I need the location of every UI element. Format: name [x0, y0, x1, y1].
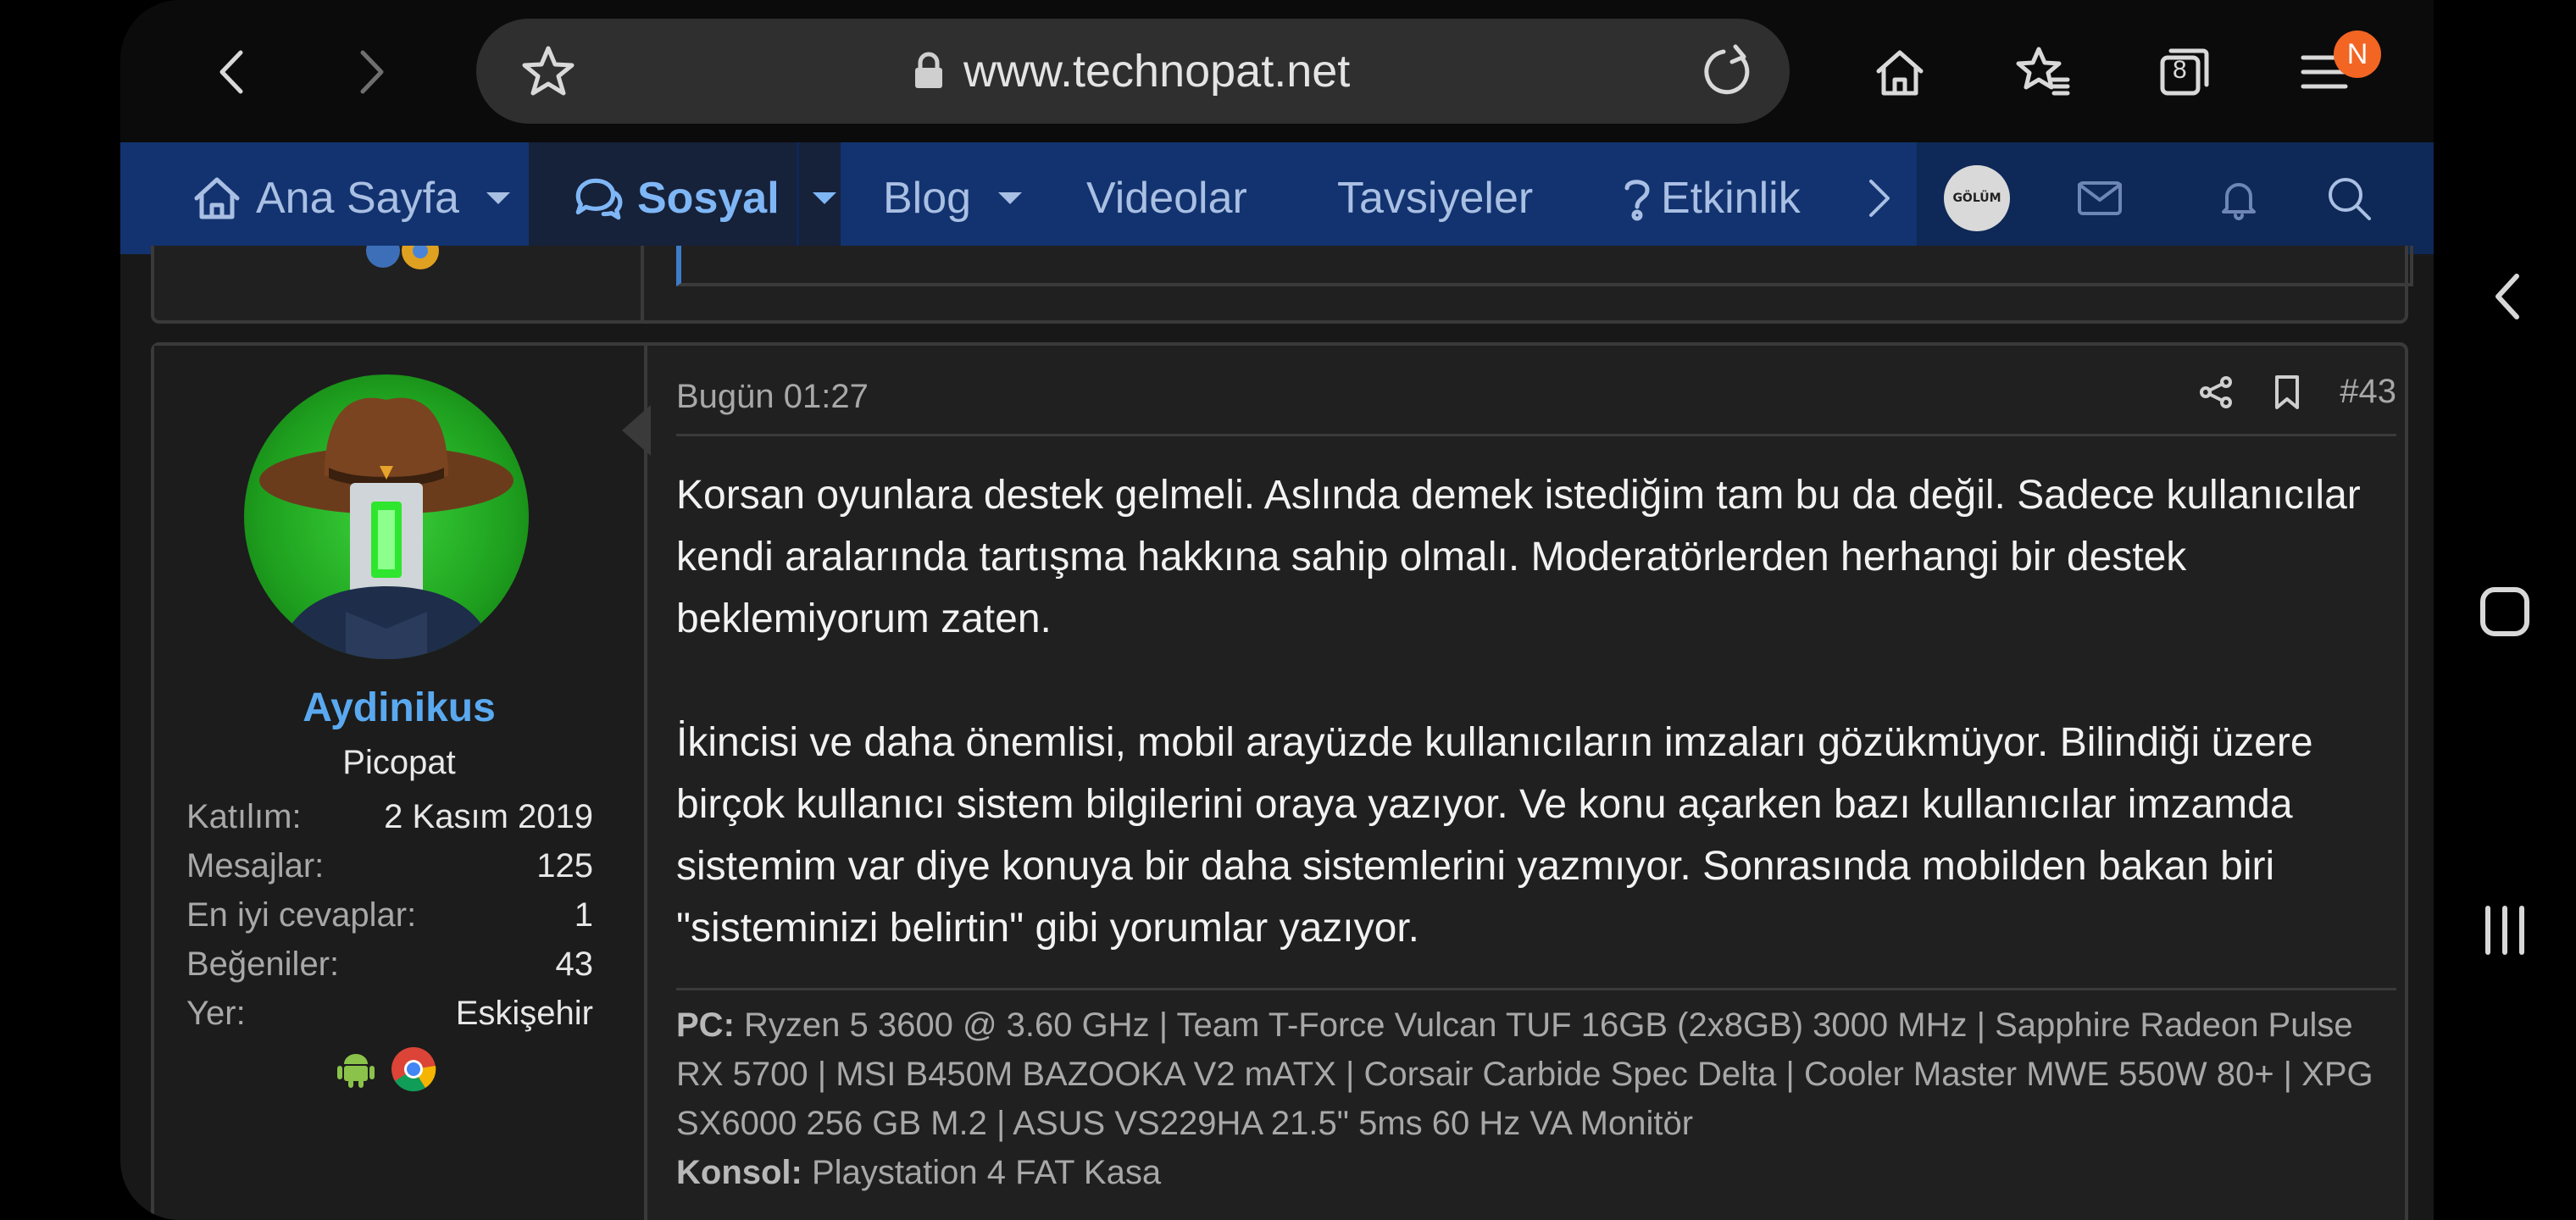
nav-blog-label: Blog [883, 174, 972, 223]
back-icon[interactable] [2488, 269, 2525, 324]
previous-post [151, 232, 2413, 324]
signature: PC: Ryzen 5 3600 @ 3.60 GHz | Team T-For… [676, 988, 2396, 1197]
stat-label: En iyi cevaplar: [186, 896, 417, 934]
cowboy-robot-icon [259, 397, 514, 659]
address-bar[interactable]: www.technopat.net [476, 19, 1790, 124]
stat-label: Beğeniler: [186, 946, 340, 983]
message-actions: #43 [2197, 373, 2396, 411]
bookmark-icon[interactable] [2268, 374, 2306, 411]
site-nav: Ana Sayfa Sosyal Blog Videolar Tavsiyele… [120, 142, 2434, 271]
nav-events[interactable]: Etkinlik [1620, 142, 1857, 254]
thread-content: Aydinikus Picopat Katılım: 2 Kasım 2019 … [120, 232, 2434, 1220]
stat-row: Mesajlar: 125 [186, 847, 593, 896]
signature-console-label: Konsol: [676, 1154, 802, 1191]
stat-row: Beğeniler: 43 [186, 946, 593, 995]
avatar[interactable]: GÖLÜM BAK GİT [1944, 165, 2010, 271]
nav-blog[interactable]: Blog [883, 142, 1095, 254]
message-column: Bugün 01:27 #43 Korsan oyunlara destek g… [644, 346, 2405, 1220]
home-icon [194, 177, 240, 219]
stat-value: 2 Kasım 2019 [384, 798, 593, 835]
browser-screen: www.technopat.net 8 N Ana Sayfa Sosyal B… [120, 0, 2434, 1220]
stat-value: 43 [555, 946, 594, 983]
user-info: Aydinikus Picopat Katılım: 2 Kasım 2019 … [154, 346, 651, 1220]
username[interactable]: Aydinikus [154, 685, 644, 731]
forward-icon[interactable] [332, 34, 408, 110]
chat-bubbles-icon [575, 178, 623, 220]
signature-console-line: Konsol: Playstation 4 FAT Kasa [676, 1148, 2396, 1197]
post-date[interactable]: Bugün 01:27 [676, 378, 869, 416]
device-icons [334, 1045, 437, 1093]
signature-pc-line: PC: Ryzen 5 3600 @ 3.60 GHz | Team T-For… [676, 1001, 2396, 1148]
divider [641, 246, 644, 320]
user-stats: Katılım: 2 Kasım 2019 Mesajlar: 125 En i… [186, 798, 593, 1044]
forum-post: Aydinikus Picopat Katılım: 2 Kasım 2019 … [151, 342, 2408, 1220]
nav-recommendations[interactable]: Tavsiyeler [1337, 142, 1533, 254]
user-title: Picopat [342, 744, 456, 781]
lock-icon [915, 52, 942, 88]
tabs-icon[interactable]: 8 [2146, 34, 2222, 110]
question-icon [1624, 180, 1650, 221]
nav-videos[interactable]: Videolar [1086, 142, 1247, 254]
chrome-icon [391, 1047, 436, 1092]
bookmarks-icon[interactable] [2005, 34, 2081, 110]
stat-label: Yer: [186, 995, 246, 1032]
quote-block [676, 246, 2413, 286]
message-paragraph: İkincisi ve daha önemlisi, mobil arayüzd… [676, 720, 2313, 951]
post-number[interactable]: #43 [2340, 373, 2396, 411]
stat-value: 1 [574, 896, 593, 934]
stat-row: Yer: Eskişehir [186, 995, 593, 1044]
nav-social[interactable]: Sosyal [529, 142, 841, 254]
stat-row: En iyi cevaplar: 1 [186, 896, 593, 946]
nav-videos-label: Videolar [1086, 174, 1247, 223]
share-icon[interactable] [2197, 374, 2235, 411]
signature-pc-label: PC: [676, 1006, 735, 1044]
home-icon[interactable] [2478, 585, 2532, 639]
stat-value: Eskişehir [455, 995, 593, 1032]
stat-value: 125 [536, 847, 593, 884]
nav-social-label: Sosyal [637, 174, 780, 223]
stat-label: Katılım: [186, 798, 302, 835]
android-icon [337, 1054, 375, 1088]
bell-icon[interactable] [2213, 173, 2264, 224]
message-paragraph: Korsan oyunlara destek gelmeli. Aslında … [676, 473, 2361, 641]
nav-recommendations-label: Tavsiyeler [1337, 174, 1534, 223]
chevron-down-icon[interactable] [486, 192, 510, 204]
reload-icon[interactable] [1690, 33, 1766, 109]
recent-apps-icon[interactable] [2479, 903, 2530, 957]
chevron-down-icon[interactable] [812, 192, 836, 204]
back-icon[interactable] [195, 34, 271, 110]
home-icon[interactable] [1862, 34, 1938, 110]
message-body: Korsan oyunlara destek gelmeli. Aslında … [676, 464, 2405, 959]
notification-badge: N [2334, 30, 2381, 78]
signature-console-value: Playstation 4 FAT Kasa [812, 1154, 1162, 1191]
message-header: Bugün 01:27 #43 [676, 373, 2396, 436]
chevron-down-icon[interactable] [998, 192, 1023, 204]
user-avatar[interactable] [244, 374, 529, 659]
mail-icon[interactable] [2074, 173, 2125, 224]
browser-icons [366, 232, 459, 278]
stat-row: Katılım: 2 Kasım 2019 [186, 798, 593, 847]
stat-label: Mesajlar: [186, 847, 325, 884]
search-icon[interactable] [2323, 173, 2374, 224]
browser-toolbar: www.technopat.net 8 N [120, 0, 2434, 142]
bookmark-star-icon[interactable] [510, 33, 586, 109]
url-text: www.technopat.net [963, 46, 1351, 97]
nav-events-label: Etkinlik [1661, 174, 1801, 223]
tab-count: 8 [2173, 56, 2187, 84]
system-nav-bar [2434, 0, 2576, 1220]
nav-home-label: Ana Sayfa [256, 174, 459, 223]
chevron-right-icon[interactable] [1859, 173, 1901, 224]
signature-pc-value: Ryzen 5 3600 @ 3.60 GHz | Team T-Force V… [676, 1006, 2373, 1142]
